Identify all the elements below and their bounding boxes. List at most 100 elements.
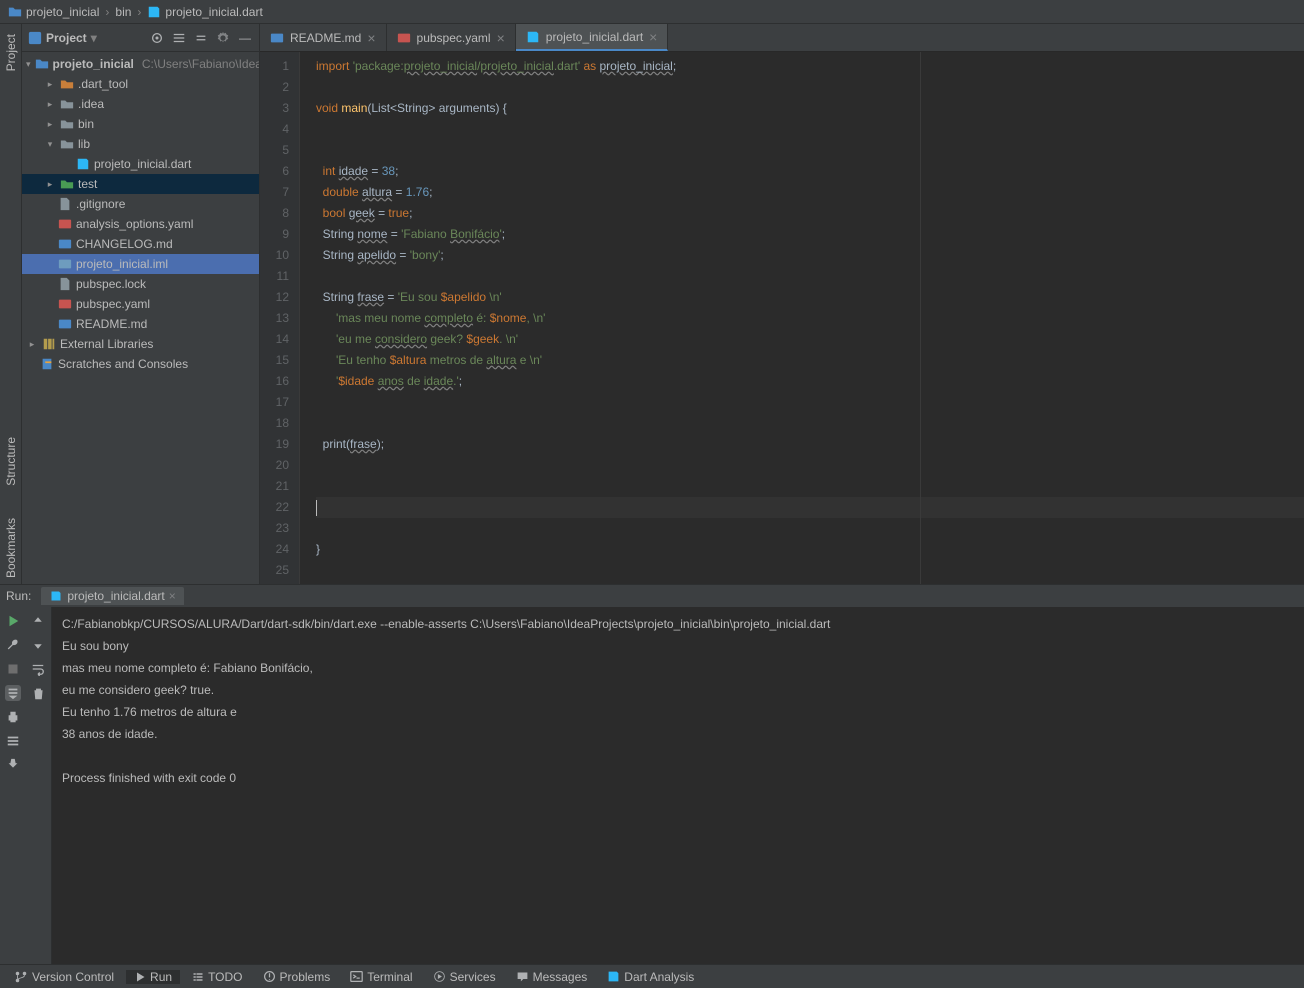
side-tab-bookmarks[interactable]: Bookmarks [2, 512, 20, 584]
bottom-tool-bar: Version Control Run TODO Problems Termin… [0, 964, 1304, 988]
expand-all-icon[interactable] [171, 30, 187, 46]
crumb-root[interactable]: projeto_inicial [8, 5, 99, 19]
wrench-icon[interactable] [5, 637, 21, 653]
tree-label: bin [78, 117, 94, 131]
side-tab-label: Project [4, 34, 18, 71]
code-editor[interactable]: 1234567891011121314151617181920212223242… [260, 52, 1304, 584]
tree-pubspecyaml[interactable]: pubspec.yaml [22, 294, 259, 314]
bottom-todo[interactable]: TODO [184, 970, 250, 984]
dart-file-icon [49, 589, 63, 603]
locate-icon[interactable] [149, 30, 165, 46]
console-line: mas meu nome completo é: Fabiano Bonifác… [62, 661, 313, 675]
tree-label: projeto_inicial [53, 57, 134, 71]
tree-lib-file[interactable]: projeto_inicial.dart [22, 154, 259, 174]
todo-icon [192, 971, 204, 983]
line-gutter: 1234567891011121314151617181920212223242… [260, 52, 300, 584]
soft-wrap-icon[interactable] [30, 661, 46, 677]
run-panel: Run: projeto_inicial.dart × [0, 584, 1304, 964]
tree-bin[interactable]: ▸ bin [22, 114, 259, 134]
right-margin-line [920, 52, 921, 584]
chevron-down-icon: ▾ [26, 59, 31, 70]
tree-lib[interactable]: ▾ lib [22, 134, 259, 154]
console-line: Process finished with exit code 0 [62, 771, 236, 785]
side-tab-label: Structure [4, 437, 18, 486]
close-icon[interactable]: × [497, 31, 505, 45]
folder-icon [60, 117, 74, 131]
console-line: eu me considero geek? true. [62, 683, 214, 697]
folder-icon [8, 5, 22, 19]
scroll-to-end-icon[interactable] [5, 685, 21, 701]
down-icon[interactable] [30, 637, 46, 653]
code-body[interactable]: import 'package:projeto_inicial/projeto_… [300, 52, 1304, 584]
tree-root[interactable]: ▾ projeto_inicial C:\Users\Fabiano\Idea [22, 54, 259, 74]
trash-icon[interactable] [30, 685, 46, 701]
bottom-vcs[interactable]: Version Control [6, 970, 122, 984]
console-line: C:/Fabianobkp/CURSOS/ALURA/Dart/dart-sdk… [62, 617, 830, 631]
left-side-tabs: Project Structure Bookmarks [0, 24, 22, 584]
settings-icon[interactable] [5, 733, 21, 749]
close-icon[interactable]: × [649, 30, 657, 44]
run-icon[interactable] [5, 613, 21, 629]
gear-icon[interactable] [215, 30, 231, 46]
pin-icon[interactable] [5, 757, 21, 773]
tab-label: projeto_inicial.dart [546, 30, 643, 44]
dart-file-icon [76, 157, 90, 171]
tree-idea[interactable]: ▸ .idea [22, 94, 259, 114]
tree-pubspeclock[interactable]: pubspec.lock [22, 274, 259, 294]
chevron-right-icon: ▸ [26, 339, 38, 350]
tree-dart-tool[interactable]: ▸ .dart_tool [22, 74, 259, 94]
side-tab-project[interactable]: Project [2, 28, 20, 77]
tree-external[interactable]: ▸ External Libraries [22, 334, 259, 354]
crumb-label: projeto_inicial.dart [165, 5, 262, 19]
tab-label: pubspec.yaml [417, 31, 491, 45]
run-tab-label: projeto_inicial.dart [67, 589, 164, 603]
tree-label: README.md [76, 317, 147, 331]
crumb-bin[interactable]: bin [115, 5, 131, 19]
bottom-messages[interactable]: Messages [508, 970, 596, 984]
tree-iml[interactable]: projeto_inicial.iml [22, 254, 259, 274]
bottom-terminal[interactable]: Terminal [342, 970, 420, 984]
project-tree[interactable]: ▾ projeto_inicial C:\Users\Fabiano\Idea … [22, 52, 259, 584]
stop-icon[interactable] [5, 661, 21, 677]
project-folder-icon [35, 57, 49, 71]
bottom-run[interactable]: Run [126, 970, 180, 984]
close-icon[interactable]: × [169, 589, 176, 603]
bottom-services[interactable]: Services [425, 970, 504, 984]
library-icon [42, 337, 56, 351]
tree-test[interactable]: ▸ test [22, 174, 259, 194]
run-tab[interactable]: projeto_inicial.dart × [41, 587, 183, 605]
chevron-right-icon: › [137, 5, 141, 19]
tab-projeto-inicial[interactable]: projeto_inicial.dart × [516, 24, 669, 51]
project-icon [28, 31, 42, 45]
tab-readme[interactable]: README.md × [260, 24, 387, 51]
tree-changelog[interactable]: CHANGELOG.md [22, 234, 259, 254]
chevron-right-icon: ▸ [44, 179, 56, 190]
close-icon[interactable]: × [367, 31, 375, 45]
console-output[interactable]: C:/Fabianobkp/CURSOS/ALURA/Dart/dart-sdk… [52, 607, 1304, 964]
dart-icon [607, 970, 620, 983]
hide-icon[interactable]: — [237, 30, 253, 46]
collapse-all-icon[interactable] [193, 30, 209, 46]
tab-pubspec[interactable]: pubspec.yaml × [387, 24, 516, 51]
tree-readme[interactable]: README.md [22, 314, 259, 334]
tree-scratches[interactable]: Scratches and Consoles [22, 354, 259, 374]
tree-gitignore[interactable]: .gitignore [22, 194, 259, 214]
project-panel-title[interactable]: Project ▾ [28, 31, 97, 45]
print-icon[interactable] [5, 709, 21, 725]
tree-analysis[interactable]: analysis_options.yaml [22, 214, 259, 234]
bottom-problems[interactable]: Problems [255, 970, 339, 984]
up-icon[interactable] [30, 613, 46, 629]
tree-label: .gitignore [76, 197, 125, 211]
branch-icon [14, 970, 28, 984]
messages-icon [516, 970, 529, 983]
bottom-label: TODO [208, 970, 242, 984]
bottom-dart-analysis[interactable]: Dart Analysis [599, 970, 702, 984]
bottom-label: Messages [533, 970, 588, 984]
chevron-right-icon: › [105, 5, 109, 19]
tree-label: analysis_options.yaml [76, 217, 193, 231]
crumb-file[interactable]: projeto_inicial.dart [147, 5, 262, 19]
chevron-right-icon: ▸ [44, 119, 56, 130]
side-tab-structure[interactable]: Structure [2, 431, 20, 492]
run-toolbar [0, 607, 52, 964]
chevron-down-icon: ▾ [44, 139, 56, 150]
